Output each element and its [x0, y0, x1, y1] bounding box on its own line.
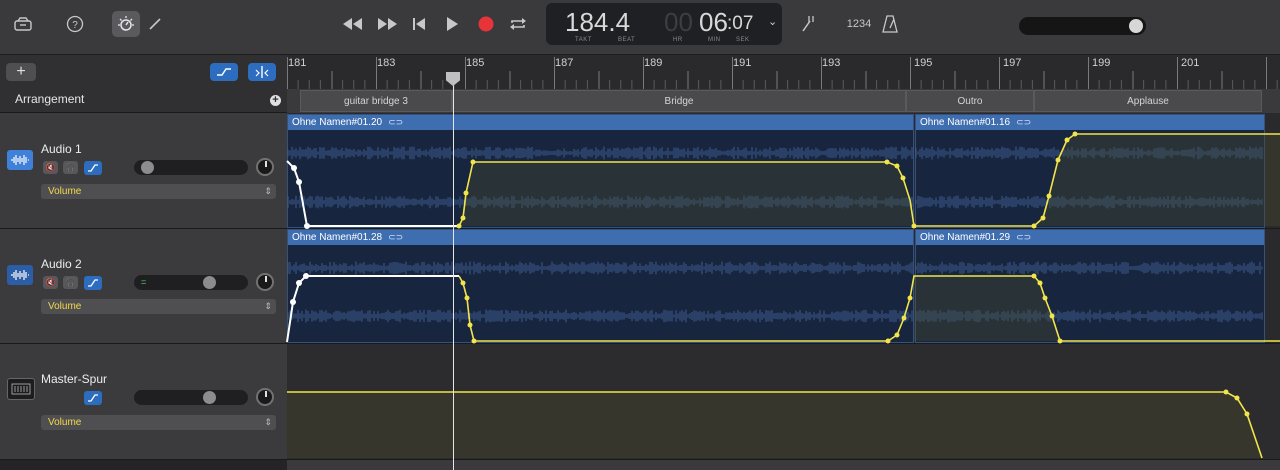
automation-line-audio-1[interactable] [286, 160, 459, 227]
automation-line-audio-2-active[interactable] [458, 275, 1280, 342]
automation-line-audio-2[interactable] [286, 275, 459, 343]
automation-overlay [286, 131, 1280, 459]
playhead[interactable] [453, 74, 454, 470]
